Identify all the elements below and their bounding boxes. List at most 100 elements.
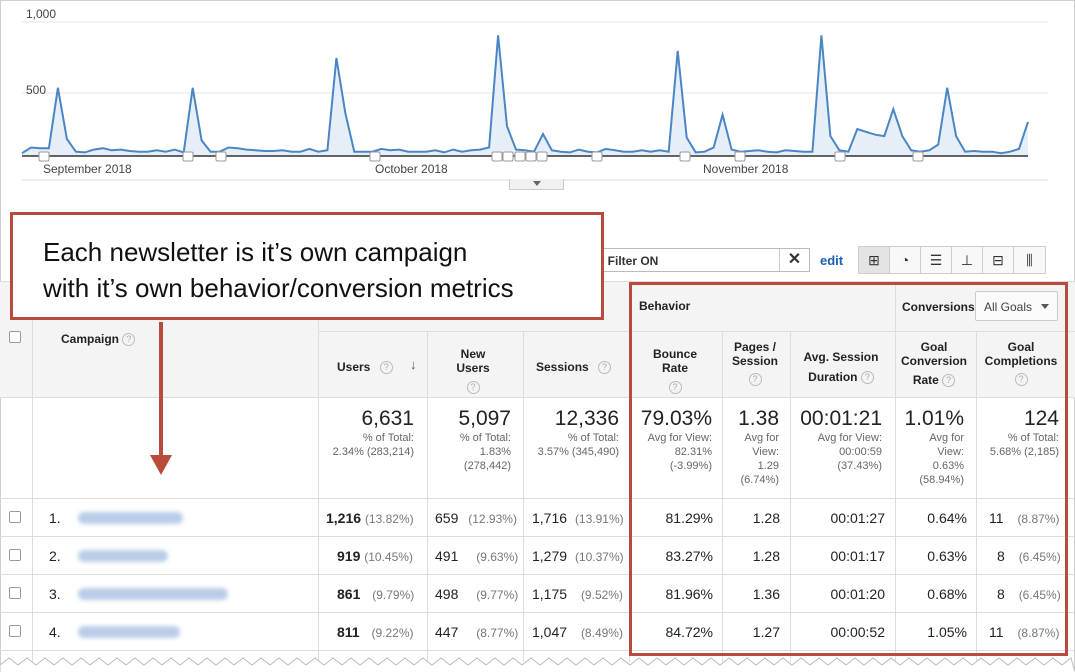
x-tick-label: October 2018 bbox=[375, 162, 448, 176]
annotation-marker-icon bbox=[734, 151, 746, 162]
cell-sessions: 1,716 (13.91%) bbox=[532, 510, 624, 526]
help-icon[interactable]: ? bbox=[379, 361, 393, 375]
total-bounce-rate: 79.03% Avg for View: 82.31% (-3.99%) bbox=[640, 407, 712, 472]
cell-users: 861 (9.79%) bbox=[337, 586, 415, 602]
cell-avg-duration: 00:01:27 bbox=[830, 510, 886, 526]
goal-select[interactable]: All Goals bbox=[975, 291, 1058, 321]
column-header-avg-session-duration[interactable]: Avg. Session Duration ? bbox=[801, 347, 881, 387]
column-header-campaign[interactable]: Campaign ? bbox=[61, 332, 136, 347]
filter-text: d Filter ON bbox=[597, 254, 659, 268]
help-icon[interactable]: ? bbox=[942, 374, 956, 388]
help-icon[interactable]: ? bbox=[122, 333, 136, 347]
column-header-pages-session[interactable]: Pages / Session ? bbox=[729, 340, 781, 387]
annotation-marker-icon bbox=[514, 151, 526, 162]
cell-goal-completions: 8 (6.45%) bbox=[997, 586, 1061, 602]
annotation-marker-icon bbox=[679, 151, 691, 162]
help-icon[interactable]: ? bbox=[748, 373, 762, 387]
row-checkbox[interactable] bbox=[9, 587, 21, 599]
clear-filter-icon[interactable]: ✕ bbox=[779, 249, 809, 271]
annotation-arrow bbox=[159, 322, 163, 456]
annotation-marker-icon bbox=[38, 151, 50, 162]
column-header-sessions[interactable]: Sessions ? bbox=[536, 360, 612, 375]
help-icon[interactable]: ? bbox=[1014, 373, 1028, 387]
annotation-marker-icon bbox=[536, 151, 548, 162]
row-index: 3. bbox=[49, 586, 61, 602]
group-behavior: Behavior bbox=[639, 299, 691, 313]
help-icon[interactable]: ? bbox=[860, 371, 874, 385]
row-index: 2. bbox=[49, 548, 61, 564]
series-line bbox=[21, 35, 1029, 155]
help-icon[interactable]: ? bbox=[466, 381, 480, 395]
help-icon[interactable]: ? bbox=[598, 361, 612, 375]
y-tick-label: 1,000 bbox=[26, 7, 57, 21]
edit-link[interactable]: edit bbox=[820, 253, 843, 268]
group-conversions: Conversions bbox=[902, 300, 975, 314]
cell-goal-completions: 11 (8.87%) bbox=[989, 510, 1060, 526]
campaign-link-redacted[interactable] bbox=[78, 588, 228, 600]
row-checkbox[interactable] bbox=[9, 549, 21, 561]
header-label: Duration bbox=[808, 370, 858, 384]
annotation-line: Each newsletter is it’s own campaign bbox=[43, 237, 468, 267]
x-tick-label: November 2018 bbox=[703, 162, 789, 176]
annotation-marker-icon bbox=[502, 151, 514, 162]
column-header-users[interactable]: Users ? bbox=[337, 360, 393, 375]
table-view-icon[interactable]: ⊞ bbox=[859, 247, 890, 273]
cell-new-users: 659 (12.93%) bbox=[435, 510, 517, 526]
campaign-link-redacted[interactable] bbox=[78, 550, 168, 562]
cell-sessions: 1,175 (9.52%) bbox=[532, 586, 623, 602]
term-cloud-icon[interactable]: ⊟ bbox=[983, 247, 1014, 273]
comparison-icon[interactable]: ⊥ bbox=[952, 247, 983, 273]
arrow-down-icon bbox=[150, 455, 172, 475]
x-tick-label: September 2018 bbox=[43, 162, 132, 176]
cell-goal-completions: 11 (8.87%) bbox=[989, 624, 1060, 640]
cell-goal-conversion-rate: 0.64% bbox=[927, 510, 967, 526]
header-label: New Users bbox=[456, 347, 490, 375]
column-header-goal-completions[interactable]: Goal Completions ? bbox=[982, 340, 1060, 387]
annotation-line: with it’s own behavior/conversion metric… bbox=[43, 273, 514, 303]
goal-select-value: All Goals bbox=[984, 300, 1033, 314]
view-switcher: ⊞ ◔ ☰ ⊥ ⊟ ⫼ bbox=[858, 246, 1046, 274]
help-icon[interactable]: ? bbox=[668, 381, 682, 395]
annotation-marker-icon bbox=[591, 151, 603, 162]
annotation-marker-icon bbox=[369, 151, 381, 162]
row-index: 4. bbox=[49, 624, 61, 640]
cell-new-users: 447 (8.77%) bbox=[435, 624, 519, 640]
total-users: 6,631 % of Total: 2.34% (283,214) bbox=[332, 407, 414, 458]
total-avg-session-duration: 00:01:21 Avg for View: 00:00:59 (37.43%) bbox=[800, 407, 882, 472]
annotation-marker-icon bbox=[491, 151, 503, 162]
annotation-marker-icon bbox=[215, 151, 227, 162]
column-header-new-users[interactable]: New Users ? bbox=[443, 347, 503, 395]
select-all-checkbox[interactable] bbox=[9, 331, 21, 343]
total-sessions: 12,336 % of Total: 3.57% (345,490) bbox=[537, 407, 619, 458]
header-label: Users bbox=[337, 360, 371, 374]
header-label: Rate bbox=[912, 373, 939, 387]
total-goal-completions: 124 % of Total: 5.68% (2,185) bbox=[989, 407, 1059, 458]
chevron-down-icon bbox=[533, 181, 541, 186]
header-label: Campaign bbox=[61, 332, 120, 346]
cell-users: 811 (9.22%) bbox=[337, 624, 414, 640]
cell-new-users: 498 (9.77%) bbox=[435, 586, 519, 602]
pie-chart-icon[interactable]: ◔ bbox=[890, 247, 921, 273]
campaign-link-redacted[interactable] bbox=[78, 512, 183, 524]
campaign-link-redacted[interactable] bbox=[78, 626, 180, 638]
cell-sessions: 1,279 (10.37%) bbox=[532, 548, 624, 564]
header-label: Goal bbox=[920, 340, 948, 354]
cell-goal-conversion-rate: 1.05% bbox=[927, 624, 967, 640]
chevron-down-icon bbox=[1041, 304, 1049, 309]
row-checkbox[interactable] bbox=[9, 625, 21, 637]
filter-input[interactable]: d Filter ON ✕ bbox=[592, 248, 810, 272]
cell-avg-duration: 00:01:17 bbox=[830, 548, 886, 564]
cell-sessions: 1,047 (8.49%) bbox=[532, 624, 623, 640]
header-label: Completions bbox=[984, 354, 1058, 368]
pivot-icon[interactable]: ⫼ bbox=[1014, 247, 1045, 273]
header-label: Session bbox=[731, 354, 779, 368]
cell-bounce-rate: 84.72% bbox=[665, 624, 713, 640]
column-header-bounce-rate[interactable]: Bounce Rate ? bbox=[639, 347, 711, 395]
column-header-goal-conversion-rate[interactable]: Goal Conversion Rate ? bbox=[901, 340, 967, 388]
cell-goal-conversion-rate: 0.63% bbox=[927, 548, 967, 564]
performance-bars-icon[interactable]: ☰ bbox=[921, 247, 952, 273]
cell-pages-session: 1.28 bbox=[752, 510, 780, 526]
chart-collapse-toggle[interactable] bbox=[509, 179, 564, 190]
sort-descending-icon[interactable]: ↓ bbox=[410, 357, 417, 372]
row-checkbox[interactable] bbox=[9, 511, 21, 523]
